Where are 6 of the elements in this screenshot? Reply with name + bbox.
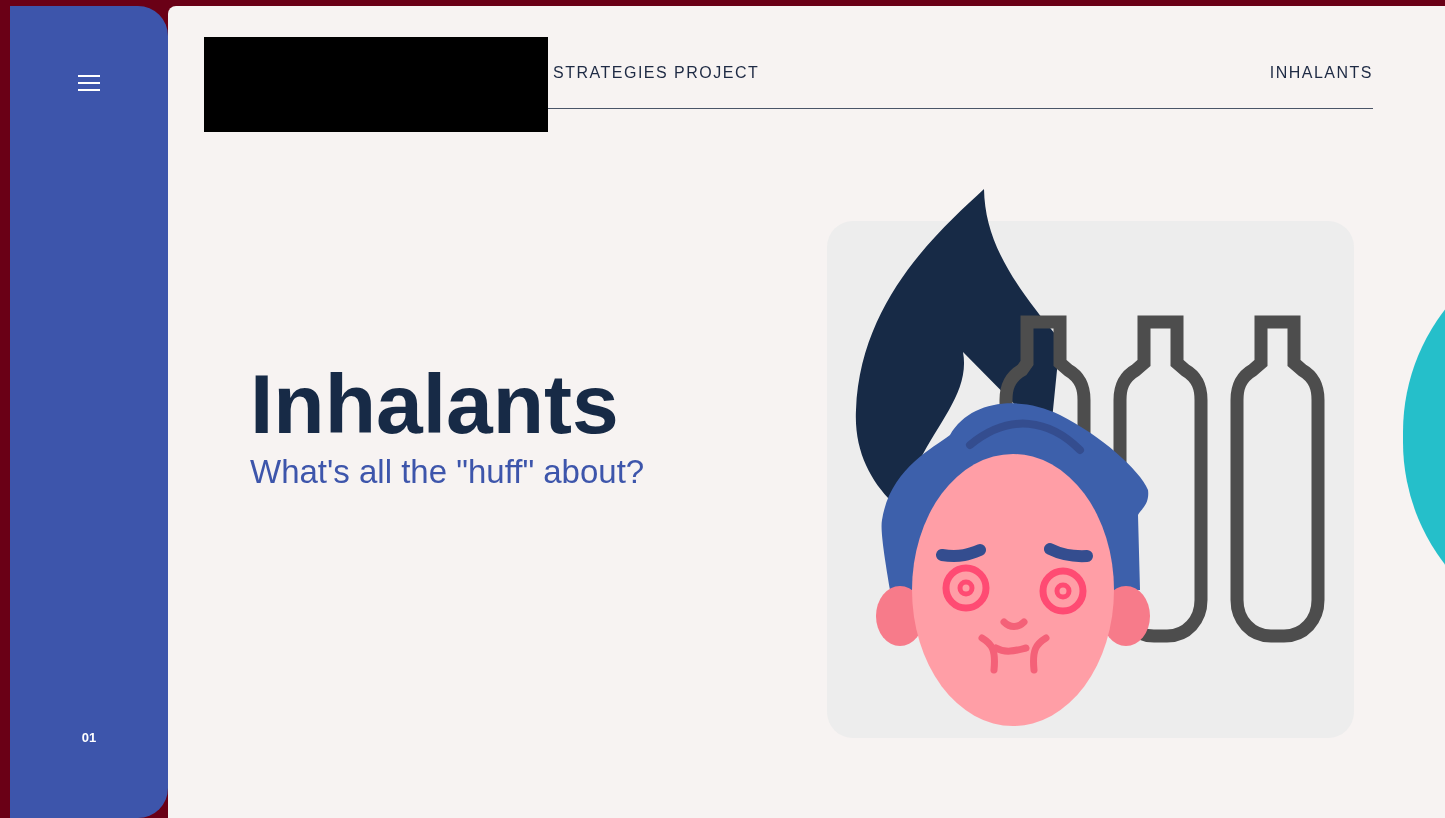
header-section-title: INHALANTS [1269, 62, 1373, 83]
page-number: 01 [81, 728, 97, 747]
slide-title: Inhalants [250, 356, 620, 452]
header-project-title: STRATEGIES PROJECT [553, 62, 760, 83]
slide-subtitle: What's all the "huff" about? [250, 452, 645, 492]
menu-icon [77, 74, 101, 92]
